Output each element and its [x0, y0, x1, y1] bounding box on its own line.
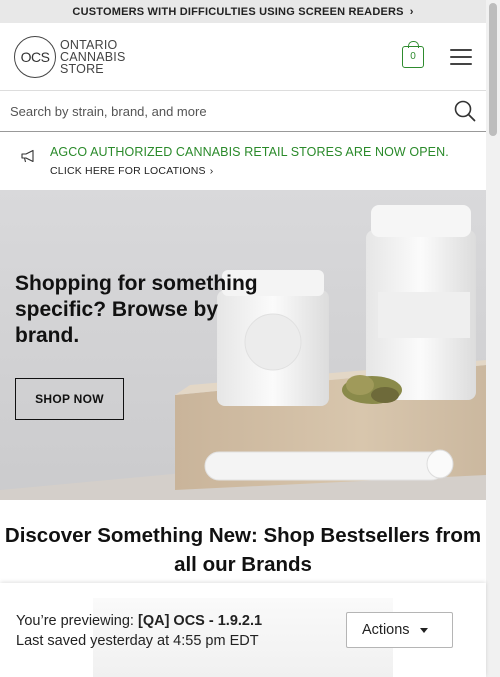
chevron-right-icon: › — [209, 165, 214, 177]
megaphone-icon — [21, 149, 34, 163]
search-icon[interactable] — [454, 100, 476, 122]
preview-bar: You’re previewing: [QA] OCS - 1.9.2.1 La… — [0, 583, 486, 677]
locations-link-label[interactable]: CLICK HERE FOR LOCATIONS — [50, 165, 206, 177]
announcement-text: AGCO AUTHORIZED CANNABIS RETAIL STORES A… — [50, 145, 449, 177]
search-bar — [0, 91, 486, 132]
locations-link[interactable]: CLICK HERE FOR LOCATIONS › — [50, 165, 449, 177]
last-saved-text: Last saved yesterday at 4:55 pm EDT — [16, 633, 259, 649]
announcement-banner: AGCO AUTHORIZED CANNABIS RETAIL STORES A… — [0, 132, 486, 190]
actions-dropdown-button[interactable]: Actions — [346, 612, 453, 648]
page-scrollbar[interactable] — [486, 0, 500, 677]
logo-wordmark: ONTARIO CANNABIS STORE — [60, 37, 126, 76]
page: CUSTOMERS WITH DIFFICULTIES USING SCREEN… — [0, 0, 486, 677]
logo-line-2: CANNABIS — [60, 49, 126, 64]
hero-banner: Shopping for something specific? Browse … — [0, 190, 486, 500]
screen-reader-help-bar[interactable]: CUSTOMERS WITH DIFFICULTIES USING SCREEN… — [0, 0, 486, 23]
screen-reader-help-text[interactable]: CUSTOMERS WITH DIFFICULTIES USING SCREEN… — [72, 6, 403, 18]
scrollbar-thumb[interactable] — [489, 3, 497, 136]
cart-count: 0 — [410, 51, 416, 62]
search-input[interactable] — [10, 103, 454, 119]
logo-line-1: ONTARIO — [60, 37, 118, 52]
chevron-right-icon: › — [409, 5, 414, 18]
site-header: OCS ONTARIO CANNABIS STORE 0 — [0, 23, 486, 91]
cart-icon[interactable]: 0 — [402, 40, 424, 68]
discover-heading: Discover Something New: Shop Bestsellers… — [4, 524, 482, 576]
header-actions: 0 — [402, 40, 472, 68]
logo-line-3: STORE — [60, 61, 104, 76]
previewing-value: [QA] OCS - 1.9.2.1 — [138, 613, 263, 629]
announcement-main: AGCO AUTHORIZED CANNABIS RETAIL STORES A… — [50, 145, 449, 159]
hero-heading: Shopping for something specific? Browse … — [15, 272, 258, 347]
preview-line-1: You’re previewing: [QA] OCS - 1.9.2.1 — [16, 611, 262, 631]
hamburger-menu-icon[interactable] — [450, 48, 472, 65]
ocs-logo[interactable]: OCS ONTARIO CANNABIS STORE — [14, 35, 126, 78]
previewing-label: You’re previewing: — [16, 613, 134, 629]
actions-label: Actions — [362, 622, 410, 638]
preview-info: You’re previewing: [QA] OCS - 1.9.2.1 La… — [16, 611, 262, 651]
caret-down-icon — [419, 627, 428, 633]
shop-now-button[interactable]: SHOP NOW — [15, 378, 124, 420]
logo-mark: OCS — [14, 35, 56, 78]
